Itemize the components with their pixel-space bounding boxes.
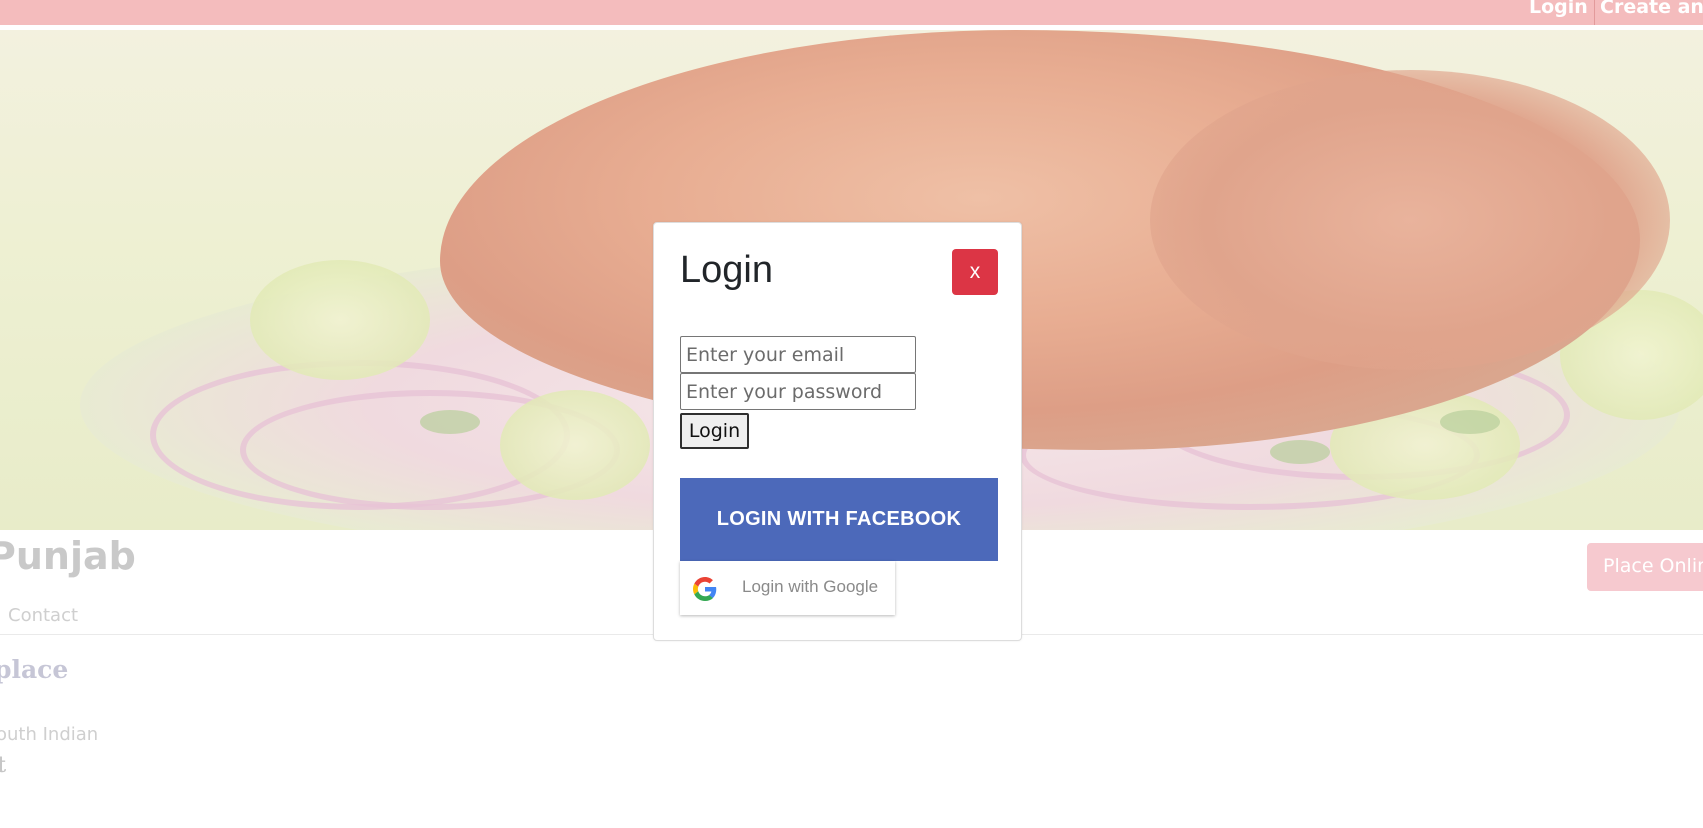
nav-create-account-link[interactable]: Create an a [1600, 0, 1703, 18]
nav-divider [1594, 0, 1595, 25]
herb-leaf [1270, 440, 1330, 464]
password-field[interactable] [680, 373, 916, 410]
modal-title: Login [680, 249, 773, 291]
place-order-button[interactable]: Place Onlin [1587, 543, 1703, 591]
herb-leaf [1440, 410, 1500, 434]
lime-slice [250, 260, 430, 380]
page: Login Create an a Punjab Place Onlin Con… [0, 0, 1703, 828]
email-field[interactable] [680, 336, 916, 373]
lime-slice [500, 390, 650, 500]
google-login-button[interactable]: Login with Google [680, 561, 895, 615]
top-navbar: Login Create an a [0, 0, 1703, 25]
restaurant-name: Punjab [0, 534, 136, 578]
tab-contact[interactable]: Contact [8, 605, 78, 626]
nav-login-link[interactable]: Login [1529, 0, 1588, 18]
facebook-login-button[interactable]: LOGIN WITH FACEBOOK [680, 478, 998, 561]
close-button[interactable]: x [952, 249, 998, 295]
cuisine-text: outh Indian [0, 724, 99, 745]
login-submit-button[interactable]: Login [680, 413, 749, 449]
herb-leaf [420, 410, 480, 434]
login-modal: Login x Login LOGIN WITH FACEBOOK Login … [653, 222, 1022, 641]
google-login-label: Login with Google [742, 577, 879, 596]
overview-title: place [0, 655, 69, 684]
roast-chicken-wing [1150, 70, 1670, 370]
google-icon [693, 577, 717, 601]
cost-label: t [0, 752, 7, 778]
